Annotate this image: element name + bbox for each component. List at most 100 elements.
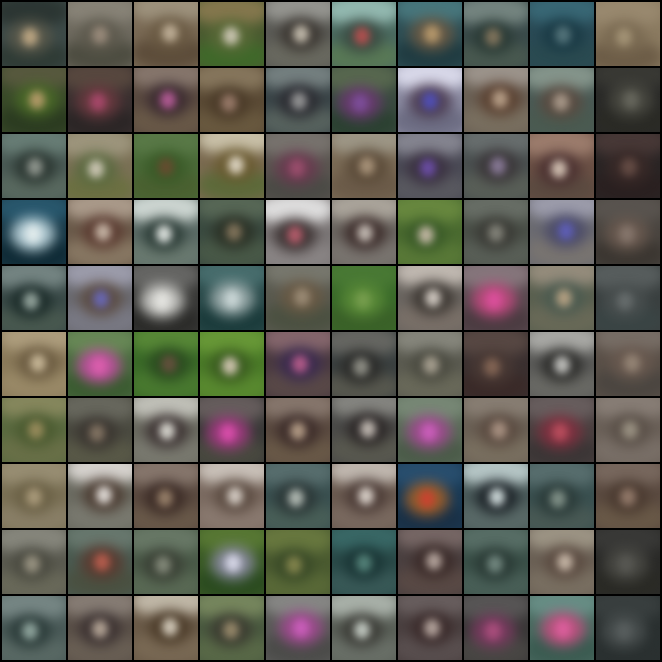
tile-blob xyxy=(418,226,434,244)
tile-blob xyxy=(554,356,570,374)
tile-blob xyxy=(484,358,500,376)
sample-tile xyxy=(398,68,462,132)
tile-blob xyxy=(221,93,237,112)
sample-tile xyxy=(266,332,330,396)
sample-tile xyxy=(134,596,198,660)
sample-tile xyxy=(530,200,594,264)
sample-tile xyxy=(200,596,264,660)
tile-blob xyxy=(294,288,310,306)
tile-blob xyxy=(227,486,243,505)
sample-tile xyxy=(2,266,66,330)
tile-blob xyxy=(220,424,236,442)
sample-tile xyxy=(398,530,462,594)
tile-blob xyxy=(92,26,108,44)
tile-blob xyxy=(485,27,501,46)
tile-blob xyxy=(90,93,106,111)
tile-blob xyxy=(222,357,238,375)
sample-tile xyxy=(68,332,132,396)
tile-blob xyxy=(553,92,569,111)
tile-blob xyxy=(156,225,172,243)
sample-tile xyxy=(332,464,396,528)
tile-blob xyxy=(293,24,309,43)
tile-blob xyxy=(161,354,177,373)
sample-tile xyxy=(2,332,66,396)
tile-blob xyxy=(154,292,170,310)
sample-tile xyxy=(398,464,462,528)
tile-blob xyxy=(492,90,508,108)
tile-blob xyxy=(289,158,305,177)
tile-blob xyxy=(291,91,307,110)
tile-blob xyxy=(419,489,435,508)
tile-blob xyxy=(421,422,437,441)
tile-blob xyxy=(359,156,375,175)
tile-blob xyxy=(355,290,371,309)
sample-tile xyxy=(134,530,198,594)
tile-blob xyxy=(618,555,634,573)
sample-tile xyxy=(68,464,132,528)
sample-tile xyxy=(332,398,396,462)
tile-blob xyxy=(23,291,39,310)
tile-blob xyxy=(30,354,46,372)
sample-tile xyxy=(332,530,396,594)
sample-tile xyxy=(266,596,330,660)
sample-tile xyxy=(530,530,594,594)
sample-tile xyxy=(2,200,66,264)
tile-blob xyxy=(353,357,369,376)
sample-tile xyxy=(266,530,330,594)
tile-blob xyxy=(485,621,501,640)
sample-tile xyxy=(530,2,594,66)
tile-blob xyxy=(158,158,174,176)
sample-tile xyxy=(2,134,66,198)
sample-tile xyxy=(68,266,132,330)
sample-tile xyxy=(200,464,264,528)
tile-blob xyxy=(228,156,244,174)
tile-blob xyxy=(488,224,504,242)
tile-blob xyxy=(555,25,571,44)
tile-blob xyxy=(486,291,502,309)
tile-blob xyxy=(424,25,440,43)
sample-tile xyxy=(398,134,462,198)
sample-tile xyxy=(596,200,660,264)
sample-tile xyxy=(332,596,396,660)
sample-tile xyxy=(398,596,462,660)
tile-blob xyxy=(426,552,442,570)
tile-blob xyxy=(354,27,370,45)
tile-blob xyxy=(96,486,112,504)
tile-blob xyxy=(160,91,176,109)
sample-tile xyxy=(68,200,132,264)
tile-blob xyxy=(556,289,572,307)
sample-tile xyxy=(134,134,198,198)
sample-tile xyxy=(464,530,528,594)
sample-tile xyxy=(596,266,660,330)
tile-blob xyxy=(24,555,40,573)
tile-blob xyxy=(162,24,178,42)
tile-blob xyxy=(624,354,640,372)
sample-tile xyxy=(464,398,528,462)
sample-tile xyxy=(2,464,66,528)
sample-tile xyxy=(398,398,462,462)
tile-blob xyxy=(360,420,376,438)
sample-tile xyxy=(266,398,330,462)
sample-tile xyxy=(200,398,264,462)
tile-blob xyxy=(552,423,568,441)
tile-blob xyxy=(352,94,368,112)
sample-tile xyxy=(464,464,528,528)
tile-blob xyxy=(490,157,506,175)
sample-tile xyxy=(266,68,330,132)
sample-tile xyxy=(596,68,660,132)
sample-tile xyxy=(398,200,462,264)
tile-blob xyxy=(223,26,239,45)
sample-tile xyxy=(530,464,594,528)
sample-tile xyxy=(464,200,528,264)
tile-blob xyxy=(420,159,436,177)
tile-blob xyxy=(29,90,45,109)
sample-tile xyxy=(464,332,528,396)
tile-blob xyxy=(290,422,306,440)
sample-tile xyxy=(266,134,330,198)
tile-blob xyxy=(27,157,43,176)
sample-tile xyxy=(2,530,66,594)
tile-blob xyxy=(358,487,374,505)
tile-blob xyxy=(550,490,566,508)
sample-tile xyxy=(200,134,264,198)
sample-tile xyxy=(134,332,198,396)
